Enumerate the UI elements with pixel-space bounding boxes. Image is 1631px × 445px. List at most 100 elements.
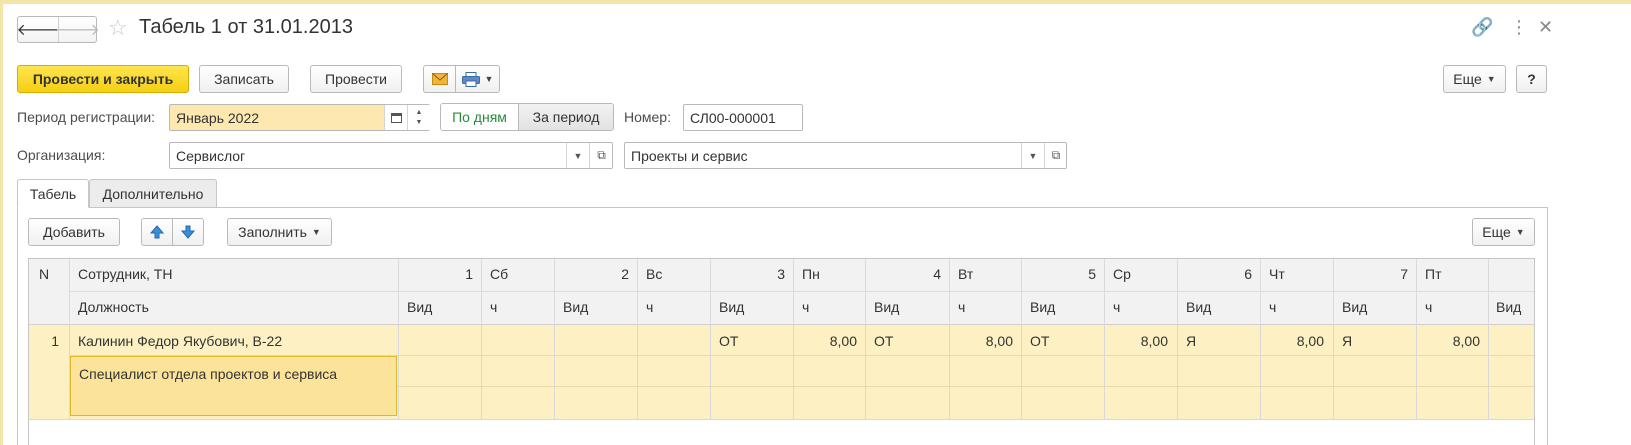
- move-up-button[interactable]: [141, 218, 173, 246]
- day-kind-cell[interactable]: ОТ: [1030, 333, 1049, 349]
- header-hours: ч: [1269, 299, 1277, 315]
- header-day-dow: Пт: [1425, 266, 1442, 282]
- move-down-button[interactable]: [172, 218, 204, 246]
- header-kind: Вид: [563, 299, 589, 315]
- number-label: Номер:: [624, 109, 671, 125]
- open-window-icon: ⧉: [597, 148, 606, 162]
- organization-open-button[interactable]: ⧉: [589, 143, 613, 168]
- header-kind: Вид: [1030, 299, 1056, 315]
- table-more-button[interactable]: Еще ▼: [1472, 218, 1535, 246]
- printer-icon: [461, 71, 480, 87]
- department-dropdown-button[interactable]: ▼: [1021, 143, 1044, 168]
- header-n[interactable]: N: [39, 266, 49, 282]
- day-hours-cell[interactable]: 8,00: [1416, 333, 1480, 349]
- page-title: Табель 1 от 31.01.2013: [139, 16, 353, 38]
- organization-dropdown-button[interactable]: ▼: [566, 143, 589, 168]
- header-hours: ч: [1425, 299, 1433, 315]
- chevron-down-icon: ▼: [1515, 227, 1525, 237]
- help-button[interactable]: ?: [1516, 65, 1547, 93]
- header-kind: Вид: [407, 299, 433, 315]
- by-days-toggle[interactable]: По дням: [441, 104, 519, 130]
- header-day-num: 6: [1244, 266, 1252, 282]
- period-mode-toggle: По дням За период: [440, 103, 614, 131]
- fill-button[interactable]: Заполнить ▼: [227, 218, 332, 246]
- department-value: Проекты и сервис: [631, 147, 748, 164]
- header-day-dow: Вт: [958, 266, 974, 282]
- chevron-down-icon: ▼: [1028, 150, 1038, 161]
- stepper-down-icon[interactable]: ▼: [416, 118, 423, 128]
- link-icon[interactable]: 🔗: [1471, 17, 1493, 38]
- header-day-num: 3: [777, 266, 785, 282]
- header-hours: ч: [958, 299, 966, 315]
- back-button[interactable]: 🡐: [17, 17, 60, 42]
- day-hours-cell[interactable]: 8,00: [793, 333, 857, 349]
- header-hours: ч: [802, 299, 810, 315]
- envelope-icon: [431, 73, 448, 85]
- organization-value: Сервислог: [176, 147, 246, 164]
- save-button[interactable]: Записать: [199, 65, 289, 93]
- day-hours-cell[interactable]: 8,00: [1260, 333, 1324, 349]
- arrow-down-icon: [181, 225, 195, 239]
- header-kind: Вид: [1186, 299, 1212, 315]
- arrow-up-icon: [150, 225, 164, 239]
- position-cell[interactable]: Специалист отдела проектов и сервиса: [70, 356, 397, 416]
- header-employee[interactable]: Сотрудник, ТН: [78, 266, 172, 282]
- calendar-button[interactable]: [384, 105, 407, 130]
- header-kind: Вид: [1342, 299, 1368, 315]
- department-open-button[interactable]: ⧉: [1044, 143, 1067, 168]
- header-kind: Вид: [1496, 299, 1522, 315]
- period-label: Период регистрации:: [17, 109, 156, 125]
- forward-button[interactable]: 🡒: [57, 17, 100, 42]
- post-and-close-button[interactable]: Провести и закрыть: [17, 65, 189, 93]
- employee-cell[interactable]: Калинин Федор Якубович, В-22: [78, 333, 282, 349]
- header-day-num: 4: [933, 266, 941, 282]
- header-position[interactable]: Должность: [78, 299, 149, 315]
- header-day-dow: Ср: [1113, 266, 1131, 282]
- day-kind-cell[interactable]: ОТ: [874, 333, 893, 349]
- day-hours-cell[interactable]: 8,00: [949, 333, 1013, 349]
- for-period-toggle[interactable]: За период: [519, 104, 613, 130]
- day-kind-cell[interactable]: Я: [1186, 333, 1196, 349]
- number-field[interactable]: СЛ00-000001: [683, 104, 803, 131]
- header-day-dow: Пн: [802, 266, 820, 282]
- department-field[interactable]: Проекты и сервис ▼ ⧉: [624, 142, 1067, 169]
- tab-additional[interactable]: Дополнительно: [89, 179, 217, 208]
- header-day-num: 5: [1088, 266, 1096, 282]
- header-kind: Вид: [874, 299, 900, 315]
- fill-button-label: Заполнить: [238, 224, 307, 240]
- favorite-star-icon[interactable]: ☆: [108, 15, 128, 41]
- organization-field[interactable]: Сервислог ▼ ⧉: [169, 142, 613, 169]
- window-frame-left: [0, 0, 3, 445]
- day-hours-cell[interactable]: 8,00: [1104, 333, 1168, 349]
- print-button[interactable]: ▼: [455, 65, 500, 93]
- stepper-up-icon[interactable]: ▲: [416, 108, 423, 118]
- window-frame-top: [0, 0, 1631, 4]
- header-kind: Вид: [719, 299, 745, 315]
- chevron-down-icon: ▼: [311, 227, 321, 237]
- header-day-num: 7: [1400, 266, 1408, 282]
- chevron-down-icon: ▼: [573, 150, 583, 161]
- close-icon[interactable]: ✕: [1538, 17, 1553, 38]
- organization-label: Организация:: [17, 147, 106, 163]
- navigation-group: 🡐 🡒: [17, 16, 100, 43]
- chevron-down-icon: ▼: [1486, 74, 1496, 84]
- tab-tabel[interactable]: Табель: [17, 179, 89, 208]
- more-button[interactable]: Еще ▼: [1443, 65, 1506, 93]
- period-value: Январь 2022: [176, 109, 260, 126]
- more-vertical-icon[interactable]: ⋮: [1510, 17, 1528, 38]
- add-button[interactable]: Добавить: [28, 218, 120, 246]
- email-button[interactable]: [423, 65, 456, 93]
- period-field[interactable]: Январь 2022 ▲ ▼: [169, 104, 430, 131]
- day-kind-cell[interactable]: Я: [1342, 333, 1352, 349]
- header-hours: ч: [646, 299, 654, 315]
- table-empty-area: [29, 419, 1534, 445]
- day-kind-cell[interactable]: ОТ: [719, 333, 738, 349]
- more-button-label: Еще: [1453, 71, 1482, 87]
- header-day-dow: Чт: [1269, 266, 1285, 282]
- post-button[interactable]: Провести: [310, 65, 402, 93]
- header-day-dow: Сб: [490, 266, 509, 282]
- header-hours: ч: [490, 299, 498, 315]
- calendar-icon: [390, 113, 402, 123]
- header-day-num: 1: [465, 266, 473, 282]
- period-stepper[interactable]: ▲ ▼: [407, 105, 430, 130]
